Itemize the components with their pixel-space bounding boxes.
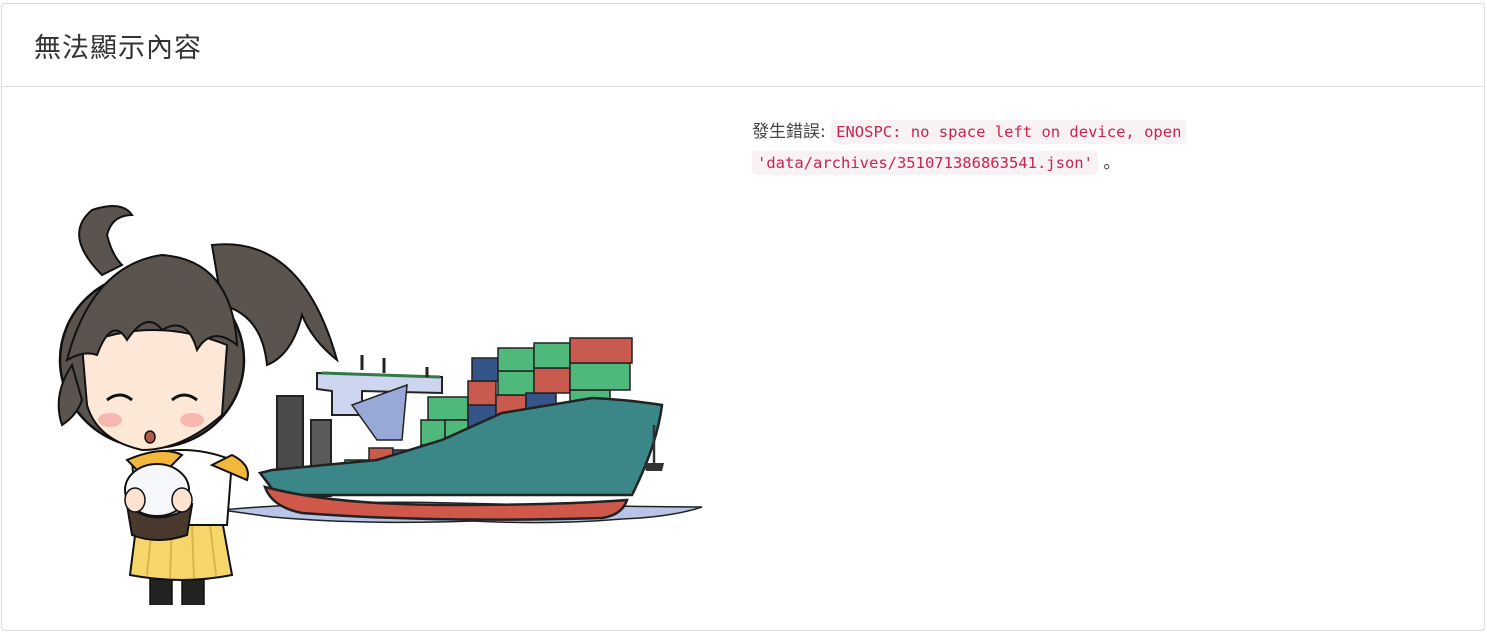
panel-header: 無法顯示內容 <box>2 4 1484 87</box>
page-title: 無法顯示內容 <box>34 32 202 64</box>
error-prefix: 發生錯誤: <box>752 122 826 142</box>
error-illustration <box>57 205 703 605</box>
error-panel: 無法顯示內容 發生錯誤: ENOSPC: no space left on de… <box>1 3 1485 631</box>
error-message: 發生錯誤: ENOSPC: no space left on device, o… <box>752 117 1232 179</box>
cargo-ship <box>257 337 664 521</box>
error-suffix: 。 <box>1103 153 1121 173</box>
panel-body: 發生錯誤: ENOSPC: no space left on device, o… <box>2 87 1484 630</box>
